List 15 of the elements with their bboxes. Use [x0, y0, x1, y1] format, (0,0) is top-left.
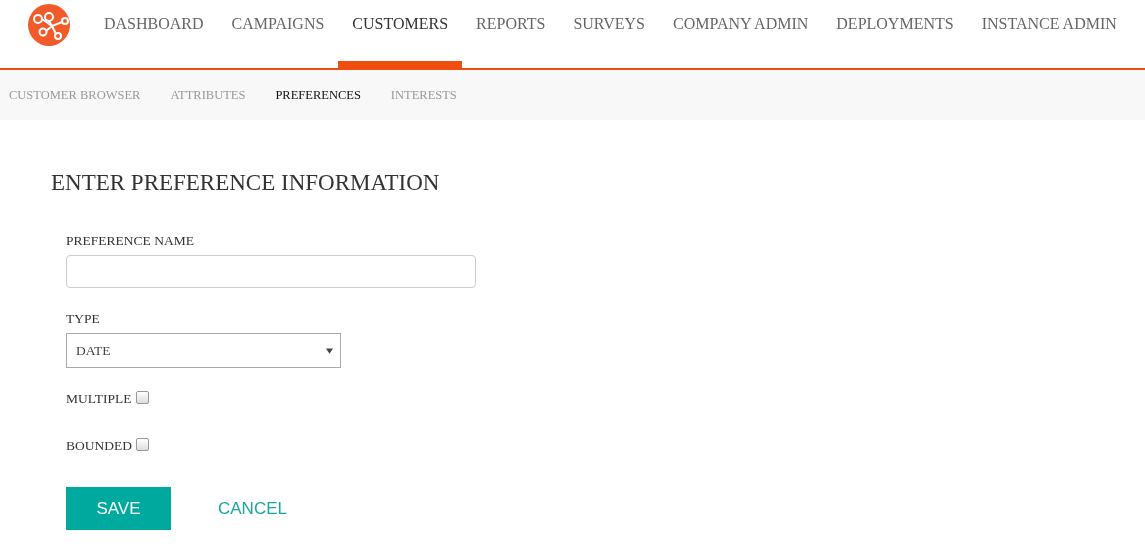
nav-tab[interactable]: CAMPAIGNS	[217, 0, 339, 68]
nav-tab[interactable]: DEPLOYMENTS	[822, 0, 968, 68]
field-label: PREFERENCE NAME	[66, 233, 195, 249]
checkbox-label: BOUNDED	[66, 438, 132, 454]
cancel-button[interactable]: CANCEL	[206, 487, 299, 530]
nav-tab[interactable]: INSTANCE ADMIN	[967, 0, 1131, 68]
field-label: TYPE	[66, 311, 101, 327]
subnav-tab[interactable]: PREFERENCES	[275, 87, 361, 103]
checkbox-label: MULTIPLE	[66, 391, 132, 407]
nav-tab[interactable]: COMPANY ADMIN	[659, 0, 823, 68]
form-title: ENTER PREFERENCE INFORMATION	[51, 170, 441, 197]
type-dropdown[interactable]: DATE	[66, 333, 341, 368]
nav-tab[interactable]: REPORTS	[462, 0, 560, 68]
nav-tab[interactable]: DASHBOARD	[90, 0, 218, 68]
nav-tab[interactable]: SURVEYS	[559, 0, 659, 68]
